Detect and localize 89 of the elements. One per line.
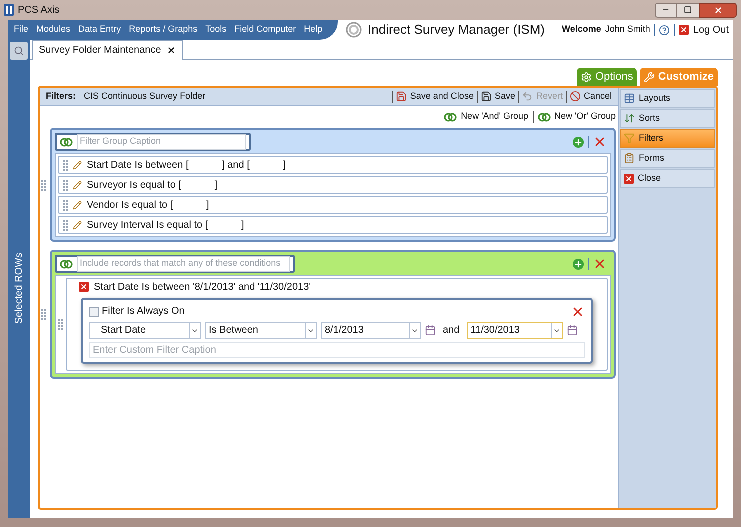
nav-item[interactable]: Close	[620, 169, 715, 188]
condition-text: Start Date Is between [ ] and [ ]	[87, 158, 286, 172]
nav-item[interactable]: Layouts	[620, 89, 715, 108]
nav-item[interactable]: Filters	[620, 129, 715, 148]
field-dropdown[interactable]: Start Date	[89, 322, 201, 339]
close-icon[interactable]	[167, 46, 176, 55]
table-icon	[624, 93, 635, 104]
operator-dropdown[interactable]: Is Between	[205, 322, 317, 339]
close-icon	[624, 174, 634, 184]
checkbox[interactable]	[89, 306, 99, 316]
app-logo-icon	[4, 4, 14, 16]
user-name: John Smith	[605, 23, 650, 36]
nav-item[interactable]: Forms	[620, 149, 715, 168]
close-icon	[679, 25, 690, 35]
menu-item[interactable]: Help	[300, 23, 327, 37]
menu-item[interactable]: Data Entry	[74, 23, 126, 37]
filter-icon	[624, 133, 635, 144]
undo-icon	[522, 91, 534, 102]
save-icon	[480, 91, 492, 102]
save-icon	[396, 91, 408, 102]
wrench-icon	[644, 72, 656, 82]
window-title: PCS Axis	[18, 4, 60, 18]
cancel-icon	[570, 91, 581, 102]
date-field[interactable]: 8/1/2013	[321, 322, 421, 339]
menu-item[interactable]: Field Computer	[230, 23, 300, 37]
add-icon[interactable]	[573, 136, 584, 148]
link-icon	[60, 138, 73, 146]
condition-text: Vendor Is equal to [ ]	[87, 198, 210, 212]
link-icon	[538, 112, 551, 122]
group-caption-field[interactable]: Filter Group Caption	[55, 133, 251, 151]
condition-text: Survey Interval Is equal to [ ]	[87, 218, 244, 232]
condition-text: Start Date Is between '8/1/2013' and '11/30/2013'	[94, 280, 312, 294]
drag-handle-icon[interactable]	[63, 160, 68, 170]
folder-name: CIS Continuous Survey Folder	[84, 90, 206, 103]
delete-icon[interactable]	[593, 257, 607, 271]
drag-handle-icon[interactable]	[63, 220, 68, 230]
menu-item[interactable]: Modules	[32, 23, 75, 37]
condition-text: Surveyor Is equal to [ ]	[87, 178, 218, 192]
checkbox-label: Filter Is Always On	[102, 305, 185, 319]
new-group-link[interactable]: New 'And' Group	[461, 110, 529, 124]
condition-row[interactable]: Survey Interval Is equal to [ ]	[58, 216, 608, 234]
drag-handle-icon[interactable]	[58, 319, 63, 330]
link-icon	[444, 112, 458, 122]
group-caption-field[interactable]: Include records that match any of these conditions	[55, 255, 295, 273]
toolbar-button[interactable]: Cancel	[570, 90, 612, 104]
drag-handle-icon[interactable]	[63, 200, 68, 210]
toolbar-label: Filters:	[46, 90, 76, 103]
condition-row[interactable]: Surveyor Is equal to [ ]	[58, 176, 608, 194]
clipboard-icon	[624, 153, 635, 164]
pencil-icon	[73, 200, 82, 210]
caption-input[interactable]: Enter Custom Filter Caption	[89, 342, 585, 358]
menu-item[interactable]: File	[10, 23, 33, 37]
pencil-icon	[73, 220, 82, 230]
maximize-icon	[684, 6, 692, 14]
new-group-link[interactable]: New 'Or' Group	[554, 110, 616, 124]
calendar-icon[interactable]	[425, 325, 436, 336]
condition-row[interactable]: Start Date Is between '8/1/2013' and '11/30/2013' Filter Is Always On Start Date Is Between 8/1/2013 and 11/30/2013 Enter Custom Filter Caption	[66, 278, 608, 371]
help-icon[interactable]	[659, 24, 670, 36]
search-icon	[14, 46, 24, 56]
menu-item[interactable]: Reports / Graphs	[125, 23, 202, 37]
calendar-icon[interactable]	[566, 325, 578, 336]
joiner-label: and	[442, 324, 461, 338]
condition-row[interactable]: Vendor Is equal to [ ]	[58, 196, 608, 214]
maximize-button[interactable]	[677, 2, 699, 18]
app-title: Indirect Survey Manager (ISM)	[368, 21, 546, 40]
menu-item[interactable]: Tools	[202, 23, 231, 37]
app-logo-icon	[346, 22, 362, 38]
condition-row[interactable]: Start Date Is between [ ] and [ ]	[58, 156, 608, 174]
gear-icon	[581, 72, 592, 82]
drag-handle-icon[interactable]	[41, 180, 46, 190]
add-icon[interactable]	[573, 258, 584, 270]
toolbar-button[interactable]: Save	[480, 90, 516, 104]
document-tab[interactable]: Survey Folder Maintenance	[32, 40, 184, 60]
sort-icon	[624, 113, 635, 124]
logout-link[interactable]: Log Out	[693, 22, 729, 38]
pencil-icon	[73, 180, 82, 190]
drag-handle-icon[interactable]	[41, 309, 46, 320]
drag-handle-icon[interactable]	[63, 180, 68, 190]
welcome-label: Welcome	[562, 23, 602, 36]
toolbar-button[interactable]: Save and Close	[396, 90, 474, 104]
search-button[interactable]	[10, 42, 28, 60]
nav-item[interactable]: Sorts	[620, 109, 715, 128]
delete-icon[interactable]	[593, 135, 607, 149]
close-button[interactable]	[699, 2, 737, 18]
pencil-icon	[73, 160, 82, 170]
side-tab[interactable]: Selected ROWs	[12, 253, 26, 325]
close-icon	[714, 6, 722, 14]
link-icon	[60, 260, 73, 268]
date-field[interactable]: 11/30/2013	[466, 322, 563, 339]
